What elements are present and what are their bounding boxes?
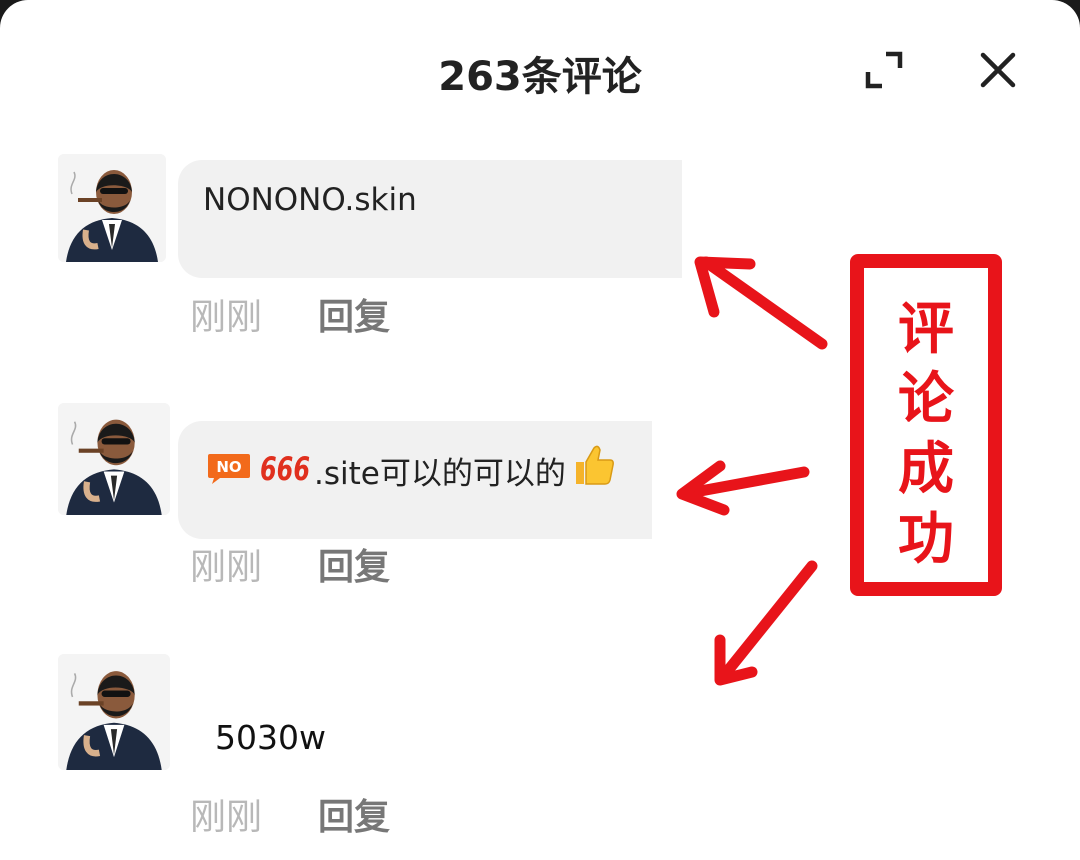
comment-time: 刚刚 — [190, 547, 263, 588]
arrow-to-comment-2 — [678, 466, 810, 500]
666-badge-icon: 666 — [260, 448, 312, 488]
reply-button[interactable]: 回复 — [318, 288, 390, 340]
arrow-to-comment-3 — [716, 560, 818, 684]
avatar[interactable] — [58, 403, 170, 515]
close-icon[interactable] — [978, 50, 1018, 90]
avatar[interactable] — [58, 154, 166, 262]
comment-text: .site可以的可以的 — [314, 456, 566, 492]
expand-icon[interactable] — [864, 50, 904, 90]
success-callout: 评 论 成 功 — [850, 254, 1002, 596]
avatar[interactable] — [58, 654, 170, 770]
comment-time: 刚刚 — [190, 297, 263, 338]
no-badge-icon: NO — [206, 450, 252, 484]
callout-char: 论 — [898, 367, 954, 432]
reply-button[interactable]: 回复 — [318, 538, 390, 590]
thumbs-up-icon — [570, 442, 616, 488]
666-badge-text: 666 — [260, 450, 310, 486]
comment-time: 刚刚 — [190, 797, 263, 838]
comments-sheet: 263条评论 NONONO.skin 刚刚 回复 NO 666 .site可以的… — [0, 0, 1080, 860]
callout-char: 功 — [898, 507, 954, 572]
comments-count-title: 263条评论 — [438, 54, 642, 100]
reply-button[interactable]: 回复 — [318, 788, 390, 840]
comment-text: NONONO.skin — [203, 182, 417, 218]
callout-char: 成 — [898, 437, 954, 502]
comment-bubble: NO 666 .site可以的可以的 — [178, 421, 652, 539]
no-badge-text: NO — [216, 458, 241, 476]
comment-text: 5030w — [215, 718, 326, 757]
arrow-to-comment-1 — [700, 256, 828, 350]
comment-bubble: NONONO.skin — [178, 160, 682, 278]
callout-char: 评 — [898, 297, 954, 362]
